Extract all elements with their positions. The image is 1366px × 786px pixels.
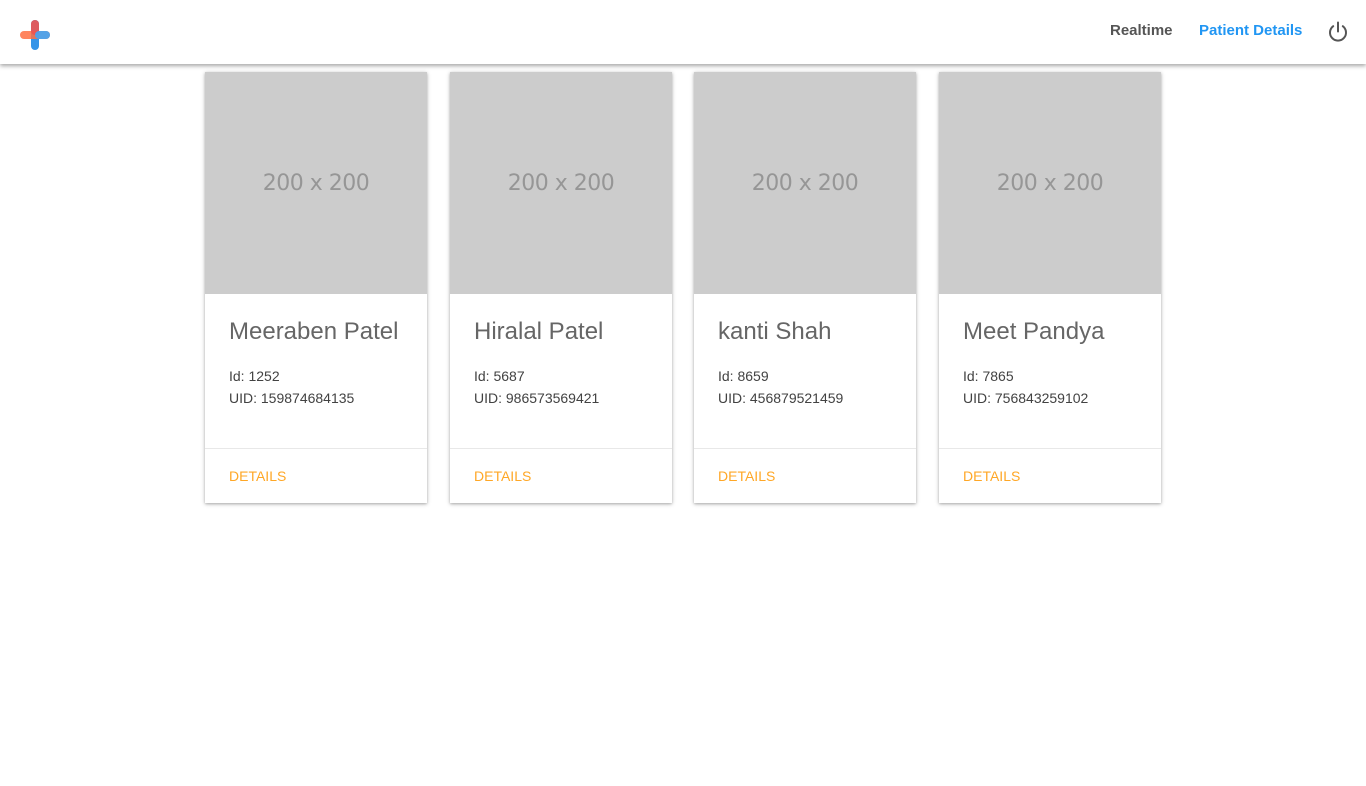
patient-id: Id: 8659 (718, 368, 769, 384)
details-button[interactable]: DETAILS (963, 468, 1020, 484)
app-bar: Realtime Patient Details (0, 0, 1366, 64)
patient-card: 200 x 200 Hiralal Patel Id: 5687 UID: 98… (450, 72, 672, 503)
patient-name: Meet Pandya (963, 318, 1105, 345)
image-placeholder-text: 200 x 200 (507, 170, 615, 196)
image-placeholder-text: 200 x 200 (262, 170, 370, 196)
patient-uid: UID: 756843259102 (963, 390, 1089, 406)
nav-patient-details-link[interactable]: Patient Details (1199, 22, 1302, 39)
patient-uid: UID: 159874684135 (229, 390, 355, 406)
patient-image-placeholder: 200 x 200 (694, 72, 916, 294)
patient-id: Id: 1252 (229, 368, 280, 384)
patient-name: Meeraben Patel (229, 318, 399, 345)
patient-uid: UID: 456879521459 (718, 390, 844, 406)
patient-image-placeholder: 200 x 200 (450, 72, 672, 294)
patient-image-placeholder: 200 x 200 (939, 72, 1161, 294)
patient-name: kanti Shah (718, 318, 832, 345)
nav-realtime-link[interactable]: Realtime (1110, 22, 1173, 39)
patient-id: Id: 7865 (963, 368, 1014, 384)
patient-name: Hiralal Patel (474, 318, 604, 345)
patient-id: Id: 5687 (474, 368, 525, 384)
plus-logo-icon[interactable] (19, 19, 51, 51)
card-divider (694, 448, 916, 449)
patient-uid: UID: 986573569421 (474, 390, 600, 406)
image-placeholder-text: 200 x 200 (996, 170, 1104, 196)
details-button[interactable]: DETAILS (229, 468, 286, 484)
details-button[interactable]: DETAILS (718, 468, 775, 484)
card-divider (205, 448, 427, 449)
patient-card-grid: 200 x 200 Meeraben Patel Id: 1252 UID: 1… (0, 0, 1366, 786)
card-divider (939, 448, 1161, 449)
patient-image-placeholder: 200 x 200 (205, 72, 427, 294)
image-placeholder-text: 200 x 200 (751, 170, 859, 196)
power-icon[interactable] (1326, 20, 1350, 44)
patient-card: 200 x 200 Meeraben Patel Id: 1252 UID: 1… (205, 72, 427, 503)
patient-card: 200 x 200 kanti Shah Id: 8659 UID: 45687… (694, 72, 916, 503)
details-button[interactable]: DETAILS (474, 468, 531, 484)
card-divider (450, 448, 672, 449)
patient-card: 200 x 200 Meet Pandya Id: 7865 UID: 7568… (939, 72, 1161, 503)
